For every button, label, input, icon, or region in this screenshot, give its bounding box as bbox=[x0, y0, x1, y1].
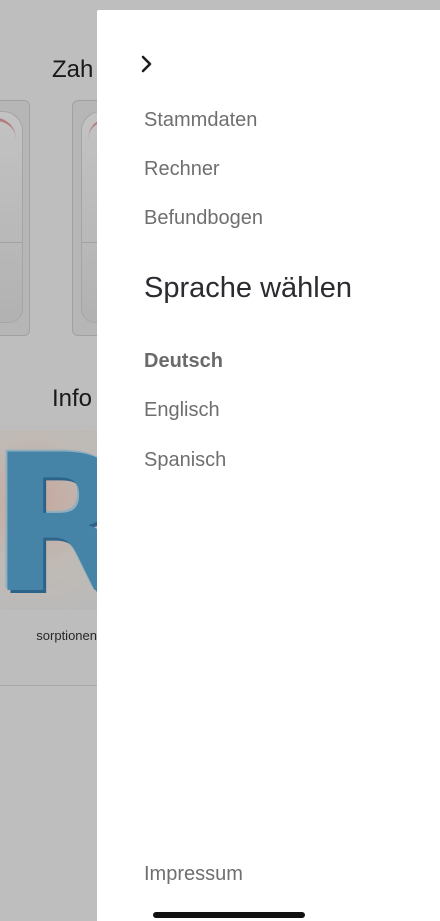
chevron-right-icon[interactable] bbox=[137, 52, 157, 76]
menu-item-impressum[interactable]: Impressum bbox=[144, 863, 243, 886]
home-indicator[interactable] bbox=[153, 912, 305, 918]
language-option-englisch[interactable]: Englisch bbox=[144, 399, 220, 422]
language-option-spanisch[interactable]: Spanisch bbox=[144, 449, 226, 472]
language-section-heading: Sprache wählen bbox=[144, 272, 352, 304]
menu-item-befundbogen[interactable]: Befundbogen bbox=[144, 207, 263, 230]
language-option-deutsch[interactable]: Deutsch bbox=[144, 350, 223, 373]
menu-item-stammdaten[interactable]: Stammdaten bbox=[144, 109, 257, 132]
menu-item-rechner[interactable]: Rechner bbox=[144, 158, 220, 181]
navigation-drawer: Stammdaten Rechner Befundbogen Sprache w… bbox=[97, 10, 440, 921]
